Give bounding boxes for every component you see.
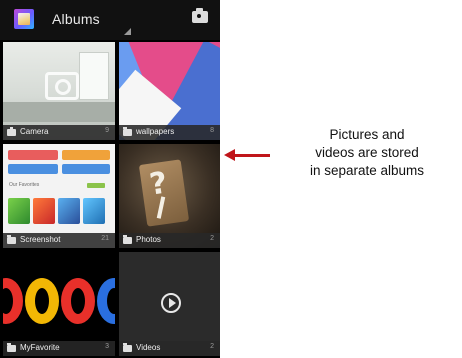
folder-icon xyxy=(123,343,132,352)
action-bar-title[interactable]: Albums xyxy=(52,11,100,27)
album-count: 9 xyxy=(105,127,109,134)
phone-screen: Albums Camera 9 wallpapers 8 Our Favorit… xyxy=(0,0,220,358)
album-name: Camera xyxy=(20,127,49,136)
favorites-label: Our Favorites xyxy=(9,182,40,188)
folder-icon xyxy=(123,235,132,244)
album-name: Photos xyxy=(136,235,161,244)
album-name: wallpapers xyxy=(136,127,175,136)
album-count: 3 xyxy=(105,343,109,350)
album-count: 2 xyxy=(210,235,214,242)
album-tile-camera[interactable]: Camera 9 xyxy=(3,42,115,140)
album-label-bar: MyFavorite 3 xyxy=(3,341,115,356)
album-name: Screenshot xyxy=(20,235,61,244)
album-tile-videos[interactable]: Videos 2 xyxy=(119,252,220,356)
caption-line: in separate albums xyxy=(309,163,425,178)
caption-line: Pictures and xyxy=(329,127,405,142)
album-label-bar: Videos 2 xyxy=(119,341,220,356)
camera-icon xyxy=(45,72,79,100)
arrow-line xyxy=(234,154,270,157)
camera-icon[interactable] xyxy=(192,8,208,23)
gallery-app-icon[interactable] xyxy=(14,9,34,29)
caption-line: videos are stored xyxy=(315,145,419,160)
album-count: 8 xyxy=(210,127,214,134)
album-tile-wallpapers[interactable]: wallpapers 8 xyxy=(119,42,220,140)
album-name: MyFavorite xyxy=(20,343,60,352)
folder-icon xyxy=(7,235,16,244)
album-label-bar: Screenshot 21 xyxy=(3,233,115,248)
album-label-bar: Camera 9 xyxy=(3,125,115,140)
dropdown-indicator-icon[interactable] xyxy=(124,28,131,35)
action-bar: Albums xyxy=(0,0,220,40)
folder-icon xyxy=(123,127,132,136)
folder-icon xyxy=(7,343,16,352)
album-tile-screenshot[interactable]: Our Favorites Screenshot 21 xyxy=(3,144,115,248)
album-tile-photos[interactable]: ? Photos 2 xyxy=(119,144,220,248)
album-label-bar: Photos 2 xyxy=(119,233,220,248)
album-label-bar: wallpapers 8 xyxy=(119,125,220,140)
play-icon xyxy=(161,293,181,313)
camera-icon xyxy=(7,127,16,136)
album-count: 2 xyxy=(210,343,214,350)
album-tile-myfavorite[interactable]: MyFavorite 3 xyxy=(3,252,115,356)
album-count: 21 xyxy=(101,235,109,242)
annotation-caption: Pictures and videos are stored in separa… xyxy=(282,126,452,180)
album-name: Videos xyxy=(136,343,161,352)
